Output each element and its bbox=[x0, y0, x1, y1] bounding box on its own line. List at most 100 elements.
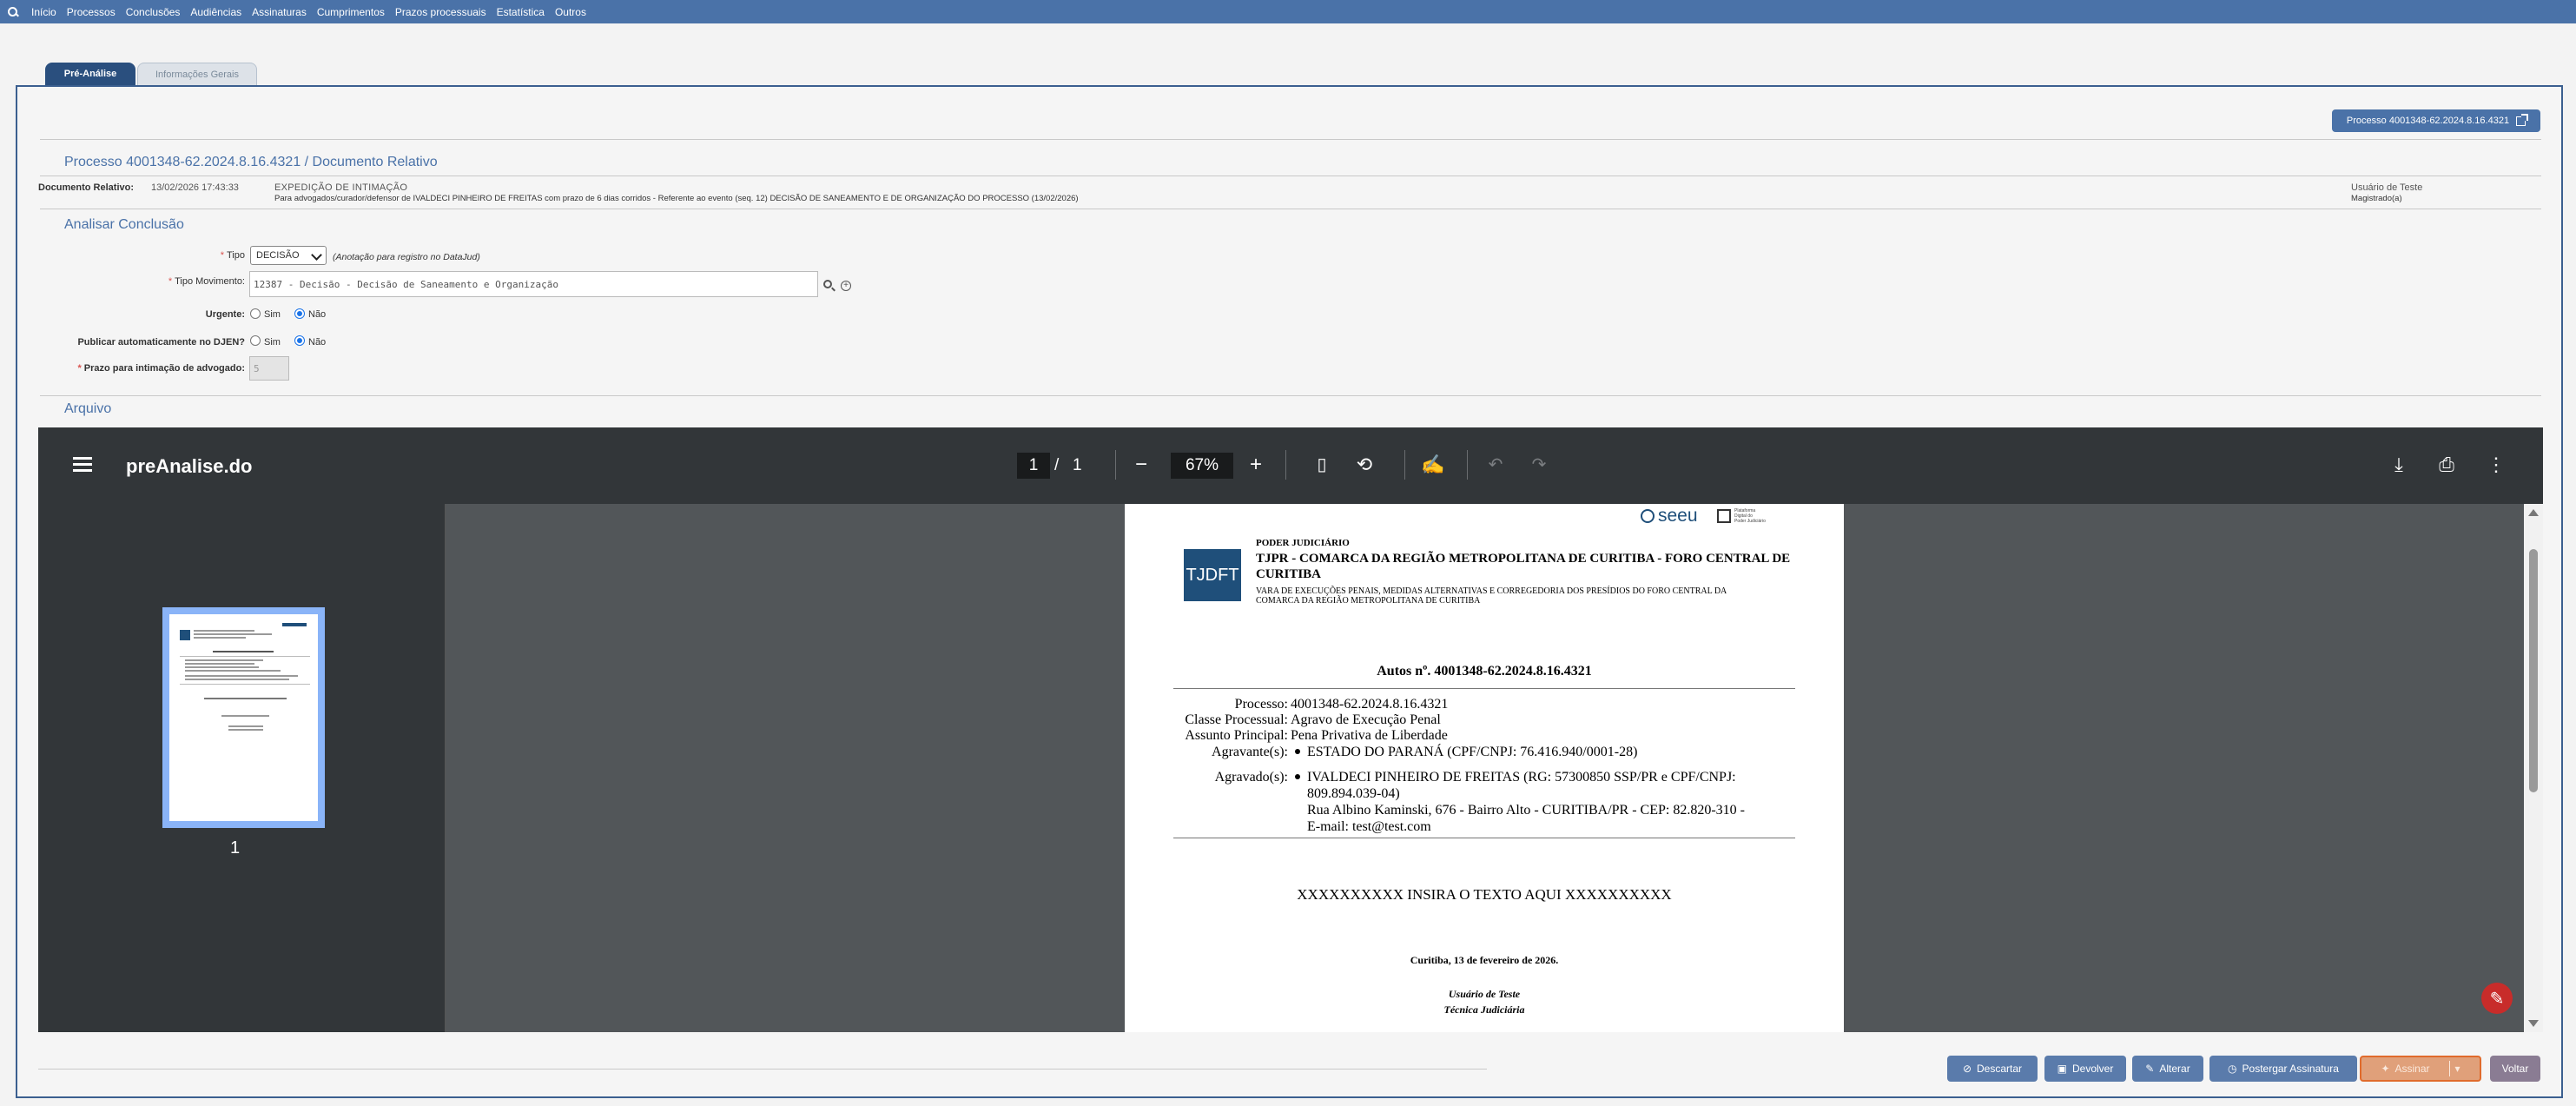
tipo-select-value: DECISÃO bbox=[256, 250, 300, 261]
urgente-sim-radio[interactable] bbox=[250, 308, 261, 319]
process-link-button[interactable]: Processo 4001348-62.2024.8.16.4321 bbox=[2332, 109, 2540, 132]
analisar-title: Analisar Conclusão bbox=[64, 217, 184, 232]
acrobat-icon[interactable]: ✎ bbox=[2481, 983, 2513, 1014]
sign-icon: ✦ bbox=[2381, 1063, 2390, 1075]
assunto-label: Assunto Principal: bbox=[1185, 728, 1288, 743]
assinar-button[interactable]: ✦ Assinar ▾ bbox=[2360, 1056, 2481, 1082]
seeu-logo-text: seeu bbox=[1658, 506, 1698, 526]
urgente-nao-radio[interactable] bbox=[294, 308, 305, 319]
prazo-input[interactable]: 5 bbox=[249, 356, 289, 381]
divider bbox=[40, 395, 2541, 396]
doc-date: 13/02/2026 17:43:33 bbox=[151, 182, 239, 193]
scroll-up-icon[interactable] bbox=[2528, 509, 2539, 516]
bullet bbox=[1295, 749, 1300, 754]
external-link-icon bbox=[2516, 113, 2529, 126]
pdf-toolbar: preAnalise.do 1 / 1 − 67% + ▯ ⟲ ✍ ↶ ↷ ⤓ … bbox=[38, 427, 2543, 504]
tab-pre-analise[interactable]: Pré-Análise bbox=[45, 63, 135, 85]
sign-name: Usuário de Teste bbox=[1448, 988, 1521, 1000]
toolbar-separator bbox=[1404, 450, 1405, 480]
alterar-button[interactable]: ✎ Alterar bbox=[2132, 1056, 2203, 1082]
classe-value: Agravo de Execução Penal bbox=[1291, 712, 1441, 727]
scroll-down-icon[interactable] bbox=[2528, 1020, 2539, 1027]
tab-informacoes-gerais[interactable]: Informações Gerais bbox=[137, 63, 257, 85]
top-nav: Início Processos Conclusões Audiências A… bbox=[0, 0, 2576, 23]
download-icon[interactable]: ⤓ bbox=[2386, 452, 2412, 478]
redo-icon[interactable]: ↷ bbox=[1526, 452, 1552, 478]
urgente-label: Urgente: bbox=[205, 309, 245, 320]
agravado-label: Agravado(s): bbox=[1214, 770, 1288, 785]
page-title: Processo 4001348-62.2024.8.16.4321 / Doc… bbox=[64, 155, 438, 169]
seeu-logo-icon bbox=[1641, 509, 1655, 523]
vara-line-1: VARA DE EXECUÇÕES PENAIS, MEDIDAS ALTERN… bbox=[1256, 586, 1727, 596]
rotate-icon[interactable]: ⟲ bbox=[1351, 452, 1377, 478]
divider bbox=[38, 1069, 1487, 1070]
movimento-input[interactable]: 12387 - Decisão - Decisão de Saneamento … bbox=[249, 271, 818, 297]
urgente-sim-label: Sim bbox=[264, 309, 281, 320]
nav-audiencias[interactable]: Audiências bbox=[190, 6, 241, 18]
thumbnail-page-number: 1 bbox=[230, 838, 241, 858]
djen-sim-label: Sim bbox=[264, 337, 281, 348]
nav-processos[interactable]: Processos bbox=[67, 6, 116, 18]
nav-prazos[interactable]: Prazos processuais bbox=[395, 6, 486, 18]
djen-label: Publicar automaticamente no DJEN? bbox=[77, 337, 245, 348]
urgente-nao-label: Não bbox=[308, 309, 327, 320]
alterar-label: Alterar bbox=[2159, 1063, 2190, 1075]
menu-icon[interactable] bbox=[73, 457, 92, 472]
toolbar-separator bbox=[1285, 450, 1286, 480]
agravado-line-3: Rua Albino Kaminski, 676 - Bairro Alto -… bbox=[1307, 803, 1745, 818]
print-icon[interactable]: ⎙ bbox=[2434, 452, 2460, 478]
button-separator bbox=[2448, 1061, 2450, 1076]
undo-icon[interactable]: ↶ bbox=[1483, 452, 1509, 478]
user-role: Magistrado(a) bbox=[2351, 194, 2402, 203]
nav-outros[interactable]: Outros bbox=[555, 6, 586, 18]
devolver-button[interactable]: ▣ Devolver bbox=[2044, 1056, 2126, 1082]
assunto-value: Pena Privativa de Liberdade bbox=[1291, 728, 1448, 743]
search-icon[interactable] bbox=[7, 6, 19, 18]
processo-label: Processo: bbox=[1234, 697, 1288, 712]
clock-icon: ◷ bbox=[2228, 1063, 2237, 1075]
court-line-1: TJPR - COMARCA DA REGIÃO METROPOLITANA D… bbox=[1256, 552, 1791, 566]
add-circle-icon[interactable]: + bbox=[841, 281, 851, 291]
nav-estatistica[interactable]: Estatística bbox=[497, 6, 545, 18]
toolbar-separator bbox=[1467, 450, 1468, 480]
agravado-line-1: IVALDECI PINHEIRO DE FREITAS (RG: 573008… bbox=[1307, 770, 1736, 785]
processo-value: 4001348-62.2024.8.16.4321 bbox=[1291, 697, 1449, 712]
pdf-scrollbar[interactable] bbox=[2524, 504, 2543, 1032]
djen-sim-radio[interactable] bbox=[250, 335, 261, 346]
djen-nao-radio[interactable] bbox=[294, 335, 305, 346]
search-icon[interactable] bbox=[823, 280, 832, 288]
seeu-mark-icon bbox=[1717, 509, 1731, 523]
descartar-button[interactable]: ⊘ Descartar bbox=[1947, 1056, 2038, 1082]
poder-judiciario: PODER JUDICIÁRIO bbox=[1256, 538, 1350, 548]
pdf-filename: preAnalise.do bbox=[126, 455, 253, 477]
caret-down-icon[interactable]: ▾ bbox=[2455, 1063, 2460, 1075]
agravante-value: ESTADO DO PARANÁ (CPF/CNPJ: 76.416.940/0… bbox=[1307, 745, 1638, 759]
djen-nao-label: Não bbox=[308, 337, 327, 348]
thumbnail-sidebar: 1 bbox=[38, 504, 446, 1032]
page-thumbnail[interactable] bbox=[162, 607, 325, 828]
nav-inicio[interactable]: Início bbox=[31, 6, 56, 18]
tipo-select[interactable]: DECISÃO bbox=[250, 246, 327, 265]
zoom-input[interactable]: 67% bbox=[1171, 453, 1233, 479]
nav-assinaturas[interactable]: Assinaturas bbox=[252, 6, 307, 18]
annotate-icon[interactable]: ✍ bbox=[1420, 452, 1446, 478]
scrollbar-thumb[interactable] bbox=[2529, 549, 2538, 792]
page-total: 1 bbox=[1073, 456, 1082, 474]
devolver-label: Devolver bbox=[2071, 1063, 2114, 1075]
voltar-button[interactable]: Voltar bbox=[2490, 1056, 2540, 1082]
page-number-input[interactable]: 1 bbox=[1017, 453, 1050, 479]
movimento-label: * Tipo Movimento: bbox=[168, 276, 245, 287]
user-name: Usuário de Teste bbox=[2351, 182, 2423, 193]
seeu-subtitle: Plataforma Digital do Poder Judiciário bbox=[1734, 508, 1766, 524]
zoom-out-icon[interactable]: − bbox=[1128, 452, 1154, 478]
postergar-button[interactable]: ◷ Postergar Assinatura bbox=[2209, 1056, 2357, 1082]
page-separator: / bbox=[1054, 456, 1060, 474]
tipo-note: (Anotação para registro no DataJud) bbox=[333, 252, 480, 262]
nav-conclusoes[interactable]: Conclusões bbox=[126, 6, 181, 18]
voltar-label: Voltar bbox=[2501, 1063, 2529, 1075]
more-options-icon[interactable]: ⋮ bbox=[2483, 452, 2509, 478]
zoom-in-icon[interactable]: + bbox=[1243, 452, 1269, 478]
nav-cumprimentos[interactable]: Cumprimentos bbox=[317, 6, 385, 18]
doc-relativo-label: Documento Relativo: bbox=[38, 182, 135, 193]
fit-page-icon[interactable]: ▯ bbox=[1309, 452, 1335, 478]
